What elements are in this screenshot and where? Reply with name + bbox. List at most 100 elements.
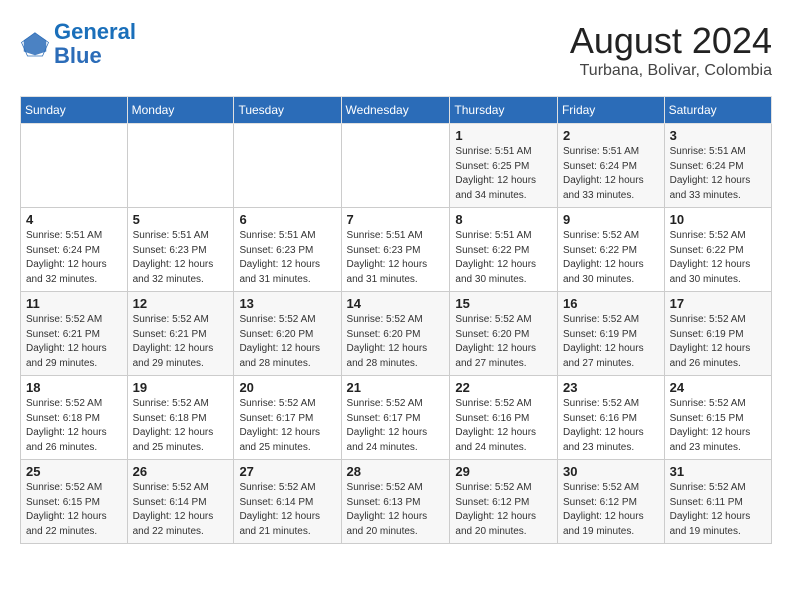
- day-number: 28: [347, 464, 445, 479]
- day-number: 15: [455, 296, 552, 311]
- day-info: Sunrise: 5:52 AM Sunset: 6:11 PM Dayligh…: [670, 481, 766, 539]
- day-info: Sunrise: 5:52 AM Sunset: 6:20 PM Dayligh…: [347, 313, 445, 371]
- calendar-table: SundayMondayTuesdayWednesdayThursdayFrid…: [20, 96, 772, 544]
- day-number: 4: [26, 212, 122, 227]
- day-info: Sunrise: 5:52 AM Sunset: 6:21 PM Dayligh…: [26, 313, 122, 371]
- day-info: Sunrise: 5:51 AM Sunset: 6:25 PM Dayligh…: [455, 145, 552, 203]
- day-info: Sunrise: 5:52 AM Sunset: 6:22 PM Dayligh…: [563, 229, 659, 287]
- day-number: 14: [347, 296, 445, 311]
- weekday-header: Friday: [557, 97, 664, 124]
- calendar-cell: 28Sunrise: 5:52 AM Sunset: 6:13 PM Dayli…: [341, 460, 450, 544]
- title-block: August 2024 Turbana, Bolivar, Colombia: [570, 20, 772, 80]
- day-number: 17: [670, 296, 766, 311]
- calendar-cell: 10Sunrise: 5:52 AM Sunset: 6:22 PM Dayli…: [664, 208, 771, 292]
- calendar-week-row: 1 Sunrise: 5:51 AM Sunset: 6:25 PM Daylig…: [21, 124, 772, 208]
- day-info: Sunrise: 5:52 AM Sunset: 6:17 PM Dayligh…: [239, 397, 335, 455]
- day-number: 19: [133, 380, 229, 395]
- calendar-week-row: 11 Sunrise: 5:52 AM Sunset: 6:21 PM Dayli…: [21, 292, 772, 376]
- calendar-cell: 9 Sunrise: 5:52 AM Sunset: 6:22 PM Daylig…: [557, 208, 664, 292]
- day-number: 8: [455, 212, 552, 227]
- day-info: Sunrise: 5:52 AM Sunset: 6:17 PM Dayligh…: [347, 397, 445, 455]
- calendar-cell: 19 Sunrise: 5:52 AM Sunset: 6:18 PM Dayli…: [127, 376, 234, 460]
- calendar-cell: 30 Sunrise: 5:52 AM Sunset: 6:12 PM Dayli…: [557, 460, 664, 544]
- day-info: Sunrise: 5:52 AM Sunset: 6:19 PM Dayligh…: [563, 313, 659, 371]
- day-number: 24: [670, 380, 766, 395]
- day-number: 9: [563, 212, 659, 227]
- logo-icon: [20, 29, 50, 59]
- logo-general: General: [54, 19, 136, 44]
- weekday-header: Wednesday: [341, 97, 450, 124]
- calendar-cell: 20Sunrise: 5:52 AM Sunset: 6:17 PM Dayli…: [234, 376, 341, 460]
- calendar-body: 1 Sunrise: 5:51 AM Sunset: 6:25 PM Daylig…: [21, 124, 772, 544]
- calendar-cell: 29Sunrise: 5:52 AM Sunset: 6:12 PM Dayli…: [450, 460, 558, 544]
- day-number: 21: [347, 380, 445, 395]
- weekday-header: Tuesday: [234, 97, 341, 124]
- day-info: Sunrise: 5:52 AM Sunset: 6:14 PM Dayligh…: [133, 481, 229, 539]
- day-number: 6: [239, 212, 335, 227]
- month-year: August 2024: [570, 20, 772, 62]
- weekday-header: Sunday: [21, 97, 128, 124]
- day-number: 16: [563, 296, 659, 311]
- day-number: 12: [133, 296, 229, 311]
- weekday-header: Monday: [127, 97, 234, 124]
- day-info: Sunrise: 5:51 AM Sunset: 6:24 PM Dayligh…: [26, 229, 122, 287]
- day-number: 23: [563, 380, 659, 395]
- calendar-cell: 2Sunrise: 5:51 AM Sunset: 6:24 PM Daylig…: [557, 124, 664, 208]
- day-number: 30: [563, 464, 659, 479]
- calendar-cell: 18 Sunrise: 5:52 AM Sunset: 6:18 PM Dayli…: [21, 376, 128, 460]
- calendar-cell: 27 Sunrise: 5:52 AM Sunset: 6:14 PM Dayli…: [234, 460, 341, 544]
- day-number: 11: [26, 296, 122, 311]
- day-number: 18: [26, 380, 122, 395]
- calendar-cell: 25Sunrise: 5:52 AM Sunset: 6:15 PM Dayli…: [21, 460, 128, 544]
- day-number: 3: [670, 128, 766, 143]
- day-info: Sunrise: 5:52 AM Sunset: 6:12 PM Dayligh…: [563, 481, 659, 539]
- day-info: Sunrise: 5:51 AM Sunset: 6:23 PM Dayligh…: [239, 229, 335, 287]
- calendar-cell: [234, 124, 341, 208]
- day-info: Sunrise: 5:52 AM Sunset: 6:20 PM Dayligh…: [239, 313, 335, 371]
- calendar-header: SundayMondayTuesdayWednesdayThursdayFrid…: [21, 97, 772, 124]
- calendar-cell: 3Sunrise: 5:51 AM Sunset: 6:24 PM Daylig…: [664, 124, 771, 208]
- day-info: Sunrise: 5:52 AM Sunset: 6:20 PM Dayligh…: [455, 313, 552, 371]
- calendar-cell: 13Sunrise: 5:52 AM Sunset: 6:20 PM Dayli…: [234, 292, 341, 376]
- location: Turbana, Bolivar, Colombia: [570, 62, 772, 80]
- calendar-cell: 16 Sunrise: 5:52 AM Sunset: 6:19 PM Dayli…: [557, 292, 664, 376]
- calendar-cell: 7 Sunrise: 5:51 AM Sunset: 6:23 PM Daylig…: [341, 208, 450, 292]
- calendar-cell: 8Sunrise: 5:51 AM Sunset: 6:22 PM Daylig…: [450, 208, 558, 292]
- day-number: 1: [455, 128, 552, 143]
- calendar-cell: 17 Sunrise: 5:52 AM Sunset: 6:19 PM Dayli…: [664, 292, 771, 376]
- calendar-cell: [341, 124, 450, 208]
- calendar-cell: 14 Sunrise: 5:52 AM Sunset: 6:20 PM Dayli…: [341, 292, 450, 376]
- day-info: Sunrise: 5:52 AM Sunset: 6:19 PM Dayligh…: [670, 313, 766, 371]
- day-info: Sunrise: 5:52 AM Sunset: 6:21 PM Dayligh…: [133, 313, 229, 371]
- calendar-cell: 26 Sunrise: 5:52 AM Sunset: 6:14 PM Dayli…: [127, 460, 234, 544]
- calendar-cell: [21, 124, 128, 208]
- day-number: 26: [133, 464, 229, 479]
- calendar-cell: 11 Sunrise: 5:52 AM Sunset: 6:21 PM Dayli…: [21, 292, 128, 376]
- calendar-cell: 21 Sunrise: 5:52 AM Sunset: 6:17 PM Dayli…: [341, 376, 450, 460]
- day-number: 27: [239, 464, 335, 479]
- calendar-week-row: 4 Sunrise: 5:51 AM Sunset: 6:24 PM Daylig…: [21, 208, 772, 292]
- day-info: Sunrise: 5:52 AM Sunset: 6:16 PM Dayligh…: [455, 397, 552, 455]
- calendar-cell: [127, 124, 234, 208]
- calendar-cell: 23 Sunrise: 5:52 AM Sunset: 6:16 PM Dayli…: [557, 376, 664, 460]
- calendar-cell: 22Sunrise: 5:52 AM Sunset: 6:16 PM Dayli…: [450, 376, 558, 460]
- day-number: 7: [347, 212, 445, 227]
- calendar-cell: 12 Sunrise: 5:52 AM Sunset: 6:21 PM Dayli…: [127, 292, 234, 376]
- day-info: Sunrise: 5:52 AM Sunset: 6:15 PM Dayligh…: [670, 397, 766, 455]
- day-number: 5: [133, 212, 229, 227]
- day-info: Sunrise: 5:52 AM Sunset: 6:15 PM Dayligh…: [26, 481, 122, 539]
- day-info: Sunrise: 5:51 AM Sunset: 6:23 PM Dayligh…: [133, 229, 229, 287]
- logo: General Blue: [20, 20, 136, 68]
- weekday-header: Thursday: [450, 97, 558, 124]
- day-info: Sunrise: 5:52 AM Sunset: 6:12 PM Dayligh…: [455, 481, 552, 539]
- day-info: Sunrise: 5:51 AM Sunset: 6:23 PM Dayligh…: [347, 229, 445, 287]
- day-info: Sunrise: 5:52 AM Sunset: 6:18 PM Dayligh…: [26, 397, 122, 455]
- calendar-cell: 5 Sunrise: 5:51 AM Sunset: 6:23 PM Daylig…: [127, 208, 234, 292]
- day-number: 10: [670, 212, 766, 227]
- day-info: Sunrise: 5:52 AM Sunset: 6:16 PM Dayligh…: [563, 397, 659, 455]
- weekday-header: Saturday: [664, 97, 771, 124]
- day-info: Sunrise: 5:52 AM Sunset: 6:14 PM Dayligh…: [239, 481, 335, 539]
- day-number: 31: [670, 464, 766, 479]
- logo-blue: Blue: [54, 43, 102, 68]
- day-info: Sunrise: 5:52 AM Sunset: 6:18 PM Dayligh…: [133, 397, 229, 455]
